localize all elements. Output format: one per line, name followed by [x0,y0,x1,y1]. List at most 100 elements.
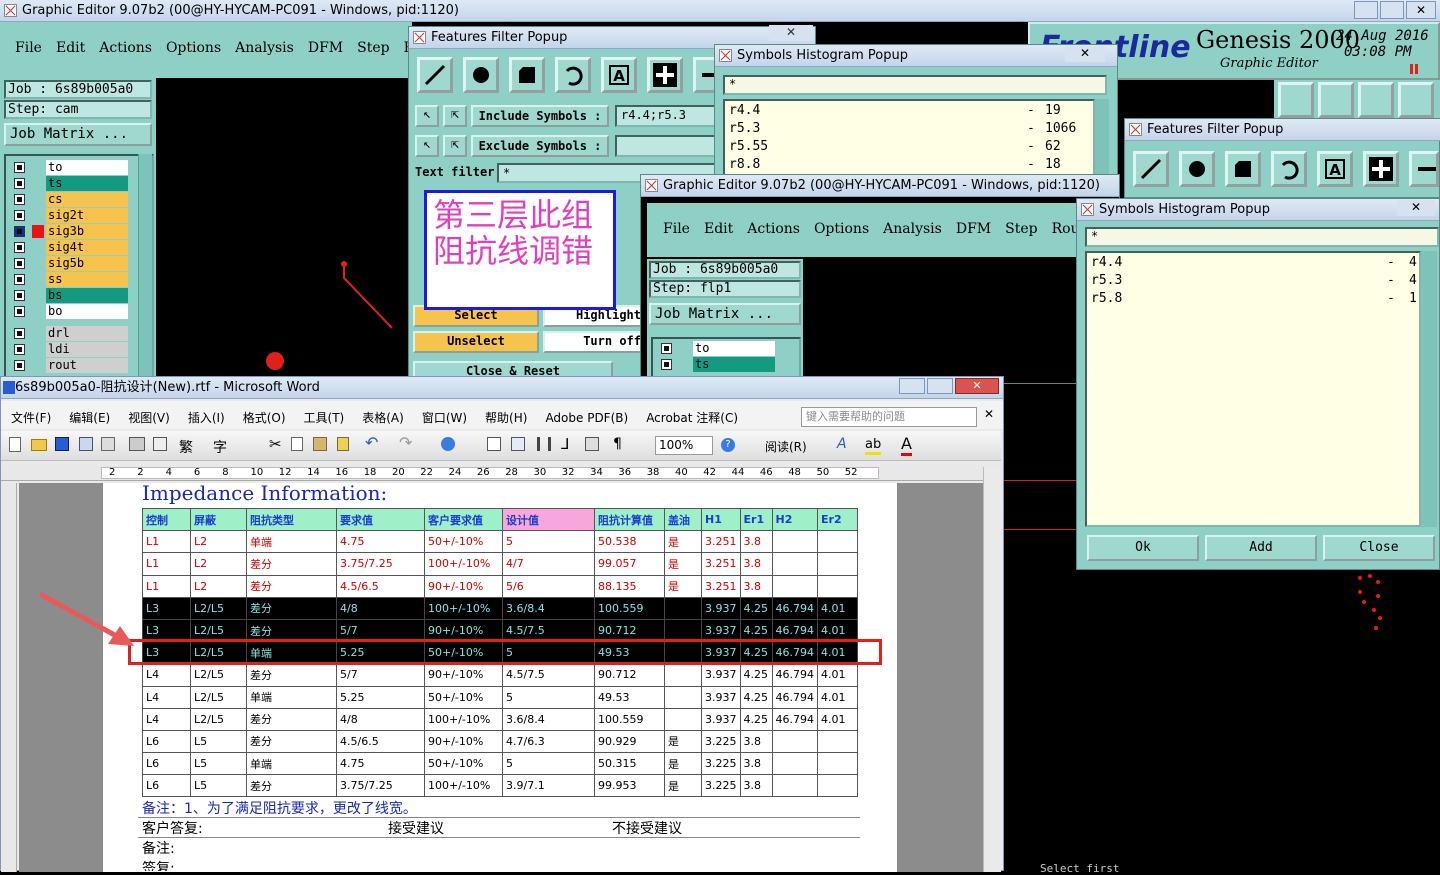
layer-checkbox[interactable] [14,258,25,269]
layer-checkbox[interactable] [14,274,25,285]
table-cell[interactable] [817,752,858,776]
table-cell[interactable]: L4 [142,707,191,731]
table-cell[interactable]: 3.251 [701,552,741,576]
table-cell[interactable]: 是 [664,729,702,754]
table-cell[interactable]: 4/7 [502,552,595,576]
histogram-row[interactable]: r4.4 -19 [729,103,1069,121]
menu-table[interactable]: 表格(A) [362,411,404,425]
menu-format[interactable]: 格式(O) [243,411,286,425]
table-cell[interactable]: 3.8 [739,574,773,598]
table-cell[interactable]: 4.01 [817,685,858,709]
table-cell[interactable] [771,530,818,554]
help-close-icon[interactable]: ✕ [981,407,997,427]
table-cell[interactable]: 100.559 [594,596,665,620]
table-cell[interactable]: 4.01 [817,707,858,731]
table-cell[interactable] [664,685,702,709]
close-icon[interactable]: ✕ [955,378,999,394]
menu-help[interactable]: 帮助(H) [485,411,527,425]
hyperlink-icon[interactable] [441,437,455,451]
close-icon[interactable]: ✕ [769,25,813,41]
table-cell[interactable]: 50.538 [594,530,665,554]
arc-tool-icon[interactable] [555,57,591,93]
layer-checkbox[interactable] [14,178,25,189]
table-cell[interactable]: 90+/-10% [424,729,503,754]
table-cell[interactable]: 46.794 [771,685,818,709]
menu-file[interactable]: File [15,40,42,56]
table-cell[interactable]: 5/6 [502,574,595,598]
table-cell[interactable]: 3.75/7.25 [336,552,425,576]
permission-icon[interactable] [79,437,93,451]
layer-row[interactable]: ts [657,357,799,372]
table-cell[interactable] [771,574,818,598]
table-cell[interactable]: 50+/-10% [424,685,503,709]
home-icon[interactable] [1358,82,1394,118]
print-icon[interactable] [129,437,145,451]
menu-insert[interactable]: 插入(I) [188,411,225,425]
menu-window[interactable]: 窗口(W) [422,411,467,425]
print-preview-icon[interactable] [153,437,167,451]
table-cell[interactable]: 4.5/7.5 [502,663,595,687]
positive-tool-icon[interactable] [1363,151,1399,187]
menu-dfm[interactable]: DFM [308,40,343,56]
columns-icon[interactable] [537,437,551,451]
layer-checkbox[interactable] [661,343,672,354]
job-matrix-button[interactable]: Job Matrix ... [4,123,152,146]
table-cell[interactable]: 3.8 [739,729,773,754]
table-cell[interactable]: L3 [142,596,191,620]
table-cell[interactable]: 4.25 [739,663,773,687]
table-cell[interactable]: 差分 [246,707,337,731]
table-cell[interactable]: L5 [190,774,247,798]
table-cell[interactable]: 4.25 [739,596,773,620]
pad-tool-icon[interactable] [1179,151,1215,187]
research-icon[interactable]: 字 [213,437,227,457]
table-cell[interactable]: L2/L5 [190,685,247,709]
layer-row[interactable]: to [10,160,152,175]
restore-icon[interactable] [927,378,953,394]
new-doc-icon[interactable] [9,437,21,452]
table-cell[interactable]: 99.057 [594,552,665,576]
table-cell[interactable]: 50.315 [594,752,665,776]
close-button[interactable]: Close [1323,535,1435,561]
table-cell[interactable] [771,552,818,576]
layer-checkbox[interactable] [14,306,25,317]
layer-row[interactable]: ldi [10,342,152,357]
table-cell[interactable]: L6 [142,774,191,798]
text-tool-icon[interactable]: A [601,57,637,93]
table-cell[interactable]: L5 [190,729,247,754]
table-cell[interactable] [771,774,818,798]
table-cell[interactable]: 3.6/8.4 [502,707,595,731]
table-cell[interactable]: 3.937 [701,596,741,620]
reject-option[interactable]: 不接受建议 [612,818,682,838]
table-cell[interactable]: L4 [142,663,191,687]
menu-analysis[interactable]: Analysis [235,40,294,56]
close-icon[interactable]: ✕ [1397,200,1435,216]
zoom-select[interactable]: 100% [655,436,713,455]
layer-checkbox[interactable] [14,360,25,371]
table-cell[interactable]: 4.25 [739,685,773,709]
exclude-symbols-label[interactable]: Exclude Symbols : [471,135,609,157]
table-cell[interactable]: 3.251 [701,530,741,554]
line-tool-icon[interactable] [1133,151,1169,187]
table-cell[interactable]: 是 [664,552,702,576]
turn-off-button[interactable]: Turn off [543,331,647,353]
table-cell[interactable]: L5 [190,752,247,776]
table-cell[interactable]: 90+/-10% [424,574,503,598]
surface-tool-icon[interactable] [509,57,545,93]
menu-edit[interactable]: Edit [56,40,85,56]
table-cell[interactable]: 100+/-10% [424,596,503,620]
layer-row[interactable]: sig2t [10,208,152,223]
include-arrow-icon[interactable]: ↖ [415,105,439,127]
table-cell[interactable]: 49.53 [594,685,665,709]
menu-edit[interactable]: Edit [704,221,733,237]
table-cell[interactable]: 是 [664,530,702,554]
table-cell[interactable]: 3.251 [701,574,741,598]
layer-row[interactable]: bo [10,304,152,319]
table-cell[interactable]: 3.9/7.1 [502,774,595,798]
layer-checkbox[interactable] [14,210,25,221]
table-cell[interactable]: 90.929 [594,729,665,754]
menu-acrobat[interactable]: Acrobat 注释(C) [646,411,738,425]
menu-actions[interactable]: Actions [747,221,800,237]
arc-tool-icon[interactable] [1271,151,1307,187]
table-cell[interactable]: 5.25 [336,685,425,709]
close-icon[interactable]: ✕ [1406,1,1436,19]
